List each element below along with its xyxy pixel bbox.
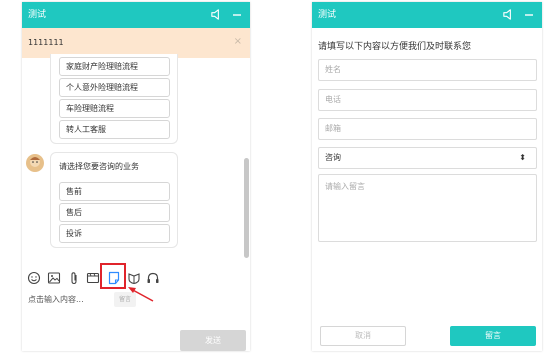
chat-header: 测试 — [22, 2, 250, 28]
speaker-icon[interactable] — [210, 8, 223, 21]
type-select[interactable]: 咨询 ⬍ — [318, 147, 537, 169]
bot-avatar — [26, 154, 44, 172]
chat-title: 测试 — [28, 10, 47, 20]
emoji-icon[interactable] — [27, 271, 41, 285]
video-icon[interactable] — [86, 271, 100, 285]
chat-window: 测试 1111111 × 家庭财产险理赔流程 个人意外险理赔流程 车险理赔流程 … — [22, 2, 250, 351]
type-select-value: 咨询 — [325, 153, 341, 162]
message-prompt: 请选择您要咨询的业务 — [59, 162, 139, 171]
headset-icon[interactable] — [146, 271, 160, 285]
bot-message-card: 请选择您要咨询的业务 售前 售后 投诉 — [50, 152, 178, 248]
option-button[interactable]: 投诉 — [59, 224, 170, 243]
form-header: 测试 — [312, 2, 542, 28]
minimize-icon[interactable] — [522, 8, 536, 22]
speaker-icon[interactable] — [502, 8, 515, 21]
message-form-window: 测试 请填写以下内容以方便我们及时联系您 姓名 电话 邮箱 咨询 ⬍ 请输入留言… — [312, 2, 542, 351]
submit-message-button[interactable]: 留言 — [450, 326, 536, 346]
message-board-icon[interactable] — [107, 271, 121, 285]
email-field[interactable]: 邮箱 — [318, 118, 537, 140]
message-textarea[interactable]: 请输入留言 — [318, 174, 537, 242]
image-icon[interactable] — [47, 271, 61, 285]
minimize-icon[interactable] — [230, 8, 244, 22]
name-field[interactable]: 姓名 — [318, 59, 537, 81]
chat-scrollbar[interactable] — [244, 158, 249, 258]
select-caret-icon: ⬍ — [519, 153, 526, 162]
option-button[interactable]: 个人意外险理赔流程 — [59, 78, 170, 97]
evaluate-icon[interactable] — [127, 271, 141, 285]
option-button[interactable]: 家庭财产险理赔流程 — [59, 57, 170, 76]
chat-input[interactable]: 点击输入内容... — [28, 294, 84, 305]
cancel-button[interactable]: 取消 — [320, 326, 406, 346]
phone-field[interactable]: 电话 — [318, 89, 537, 111]
option-button[interactable]: 售后 — [59, 203, 170, 222]
form-heading: 请填写以下内容以方便我们及时联系您 — [318, 42, 472, 52]
bot-message-card: 家庭财产险理赔流程 个人意外险理赔流程 车险理赔流程 转人工客服 — [50, 54, 178, 144]
send-button[interactable]: 发送 — [180, 330, 246, 351]
option-button[interactable]: 车险理赔流程 — [59, 99, 170, 118]
attachment-icon[interactable] — [67, 271, 81, 285]
option-button[interactable]: 转人工客服 — [59, 120, 170, 139]
option-button[interactable]: 售前 — [59, 182, 170, 201]
notice-close-icon[interactable]: × — [234, 36, 242, 47]
notice-text: 1111111 — [28, 38, 64, 47]
message-board-tooltip: 留言 — [114, 292, 136, 307]
form-window-title: 测试 — [318, 10, 337, 20]
